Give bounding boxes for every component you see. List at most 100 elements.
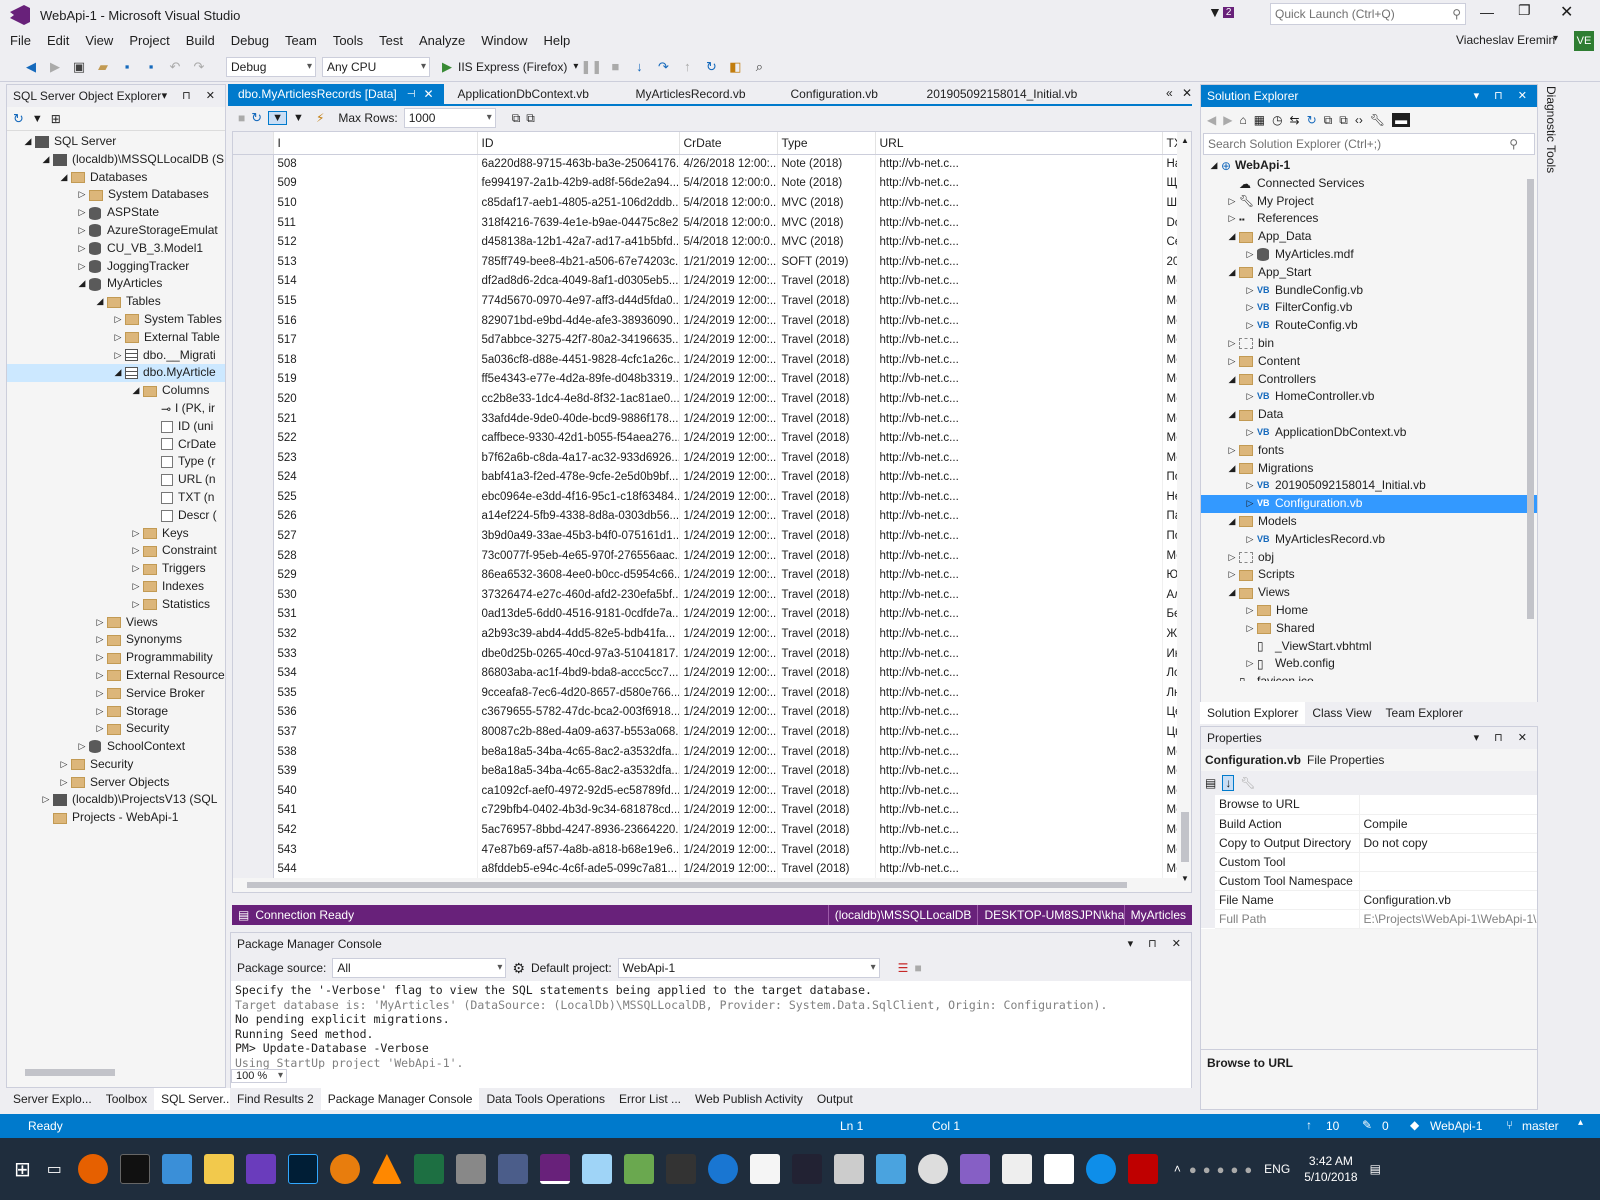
solution-tree-node[interactable]: ▷ VB RouteConfig.vb xyxy=(1201,317,1537,335)
row-selector[interactable] xyxy=(233,702,274,723)
task-view-icon[interactable]: ▭ xyxy=(47,1159,62,1179)
table-cell[interactable]: Travel (2018) xyxy=(777,781,876,801)
categorized-icon[interactable]: ▤ xyxy=(1205,776,1216,790)
table-cell[interactable]: Travel (2018) xyxy=(777,722,876,742)
table-cell[interactable]: Travel (2018) xyxy=(777,741,876,762)
stop-query-icon[interactable]: ■ xyxy=(238,111,245,125)
table-cell[interactable]: 1/24/2019 12:00:... xyxy=(679,526,778,546)
close-window-button[interactable]: ✕ xyxy=(1560,2,1573,22)
properties-wrench-icon[interactable]: 🔧︎ xyxy=(1370,113,1385,127)
table-cell[interactable]: 530 xyxy=(273,585,478,605)
table-cell[interactable]: 537 xyxy=(273,722,478,742)
table-cell[interactable]: 1/24/2019 12:00:... xyxy=(679,271,778,292)
table-cell[interactable]: 523 xyxy=(273,447,478,468)
table-cell[interactable]: 1/24/2019 12:00:... xyxy=(679,722,778,742)
sql-tree-node[interactable]: ID (uni xyxy=(7,418,225,436)
table-cell[interactable]: ca1092cf-aef0-4972-92d5-ec58789fd... xyxy=(477,781,680,801)
table-cell[interactable]: 5/4/2018 12:00:0... xyxy=(679,212,778,233)
table-cell[interactable]: http://vb-net.c... xyxy=(875,604,1163,625)
table-cell[interactable]: be8a18a5-34ba-4c65-8ac2-a3532dfa... xyxy=(477,741,680,762)
property-value[interactable] xyxy=(1358,852,1537,872)
package-source-select[interactable]: All xyxy=(332,958,507,978)
run-target-dropdown-icon[interactable]: ▾ xyxy=(573,61,578,72)
table-cell[interactable]: a2b93c39-abd4-4dd5-82e5-bdb41fa... xyxy=(477,624,680,644)
table-cell[interactable]: 1/24/2019 12:00:... xyxy=(679,545,778,566)
pin-icon[interactable]: ⊣ xyxy=(407,84,416,105)
solution-tree-node[interactable]: ◢ ⊕ WebApi-1 xyxy=(1201,157,1537,175)
table-row[interactable]: 523 b7f62a6b-c8da-4a17-ac32-933d6926... 1/… xyxy=(233,447,1191,468)
clock[interactable]: 3:42 AM 5/10/2018 xyxy=(1304,1153,1357,1185)
apply-filter-icon[interactable]: ▼ xyxy=(293,112,304,124)
table-cell[interactable]: http://vb-net.c... xyxy=(875,487,1163,507)
table-cell[interactable]: http://vb-net.c... xyxy=(875,408,1163,429)
menu-tools[interactable]: Tools xyxy=(325,30,371,52)
expand-toggle-icon[interactable]: ▷ xyxy=(129,525,143,543)
sql-tree-node[interactable]: ◢ SQL Server xyxy=(7,133,225,151)
publish-up-icon[interactable]: ↑ xyxy=(1306,1118,1312,1132)
table-cell[interactable]: http://vb-net.c... xyxy=(875,349,1163,370)
table-row[interactable]: 510 c85daf17-aeb1-4805-a251-106d2ddb... 5/… xyxy=(233,193,1191,213)
expand-toggle-icon[interactable]: ▷ xyxy=(1243,388,1257,406)
panel-pin-close-icons[interactable]: ▾ ⊓ ✕ xyxy=(1474,727,1533,749)
back-icon[interactable]: ◀ xyxy=(20,56,42,78)
sql-tree-node[interactable]: ▷ Security xyxy=(7,720,225,738)
menu-project[interactable]: Project xyxy=(121,30,177,52)
table-cell[interactable]: 517 xyxy=(273,330,478,350)
diagnostic-tools-label[interactable]: Diagnostic Tools xyxy=(1544,86,1558,173)
table-cell[interactable]: 86803aba-ac1f-4bd9-bda8-accc5cc7... xyxy=(477,663,680,684)
property-row[interactable]: Custom Tool Namespace xyxy=(1201,871,1537,891)
table-cell[interactable]: http://vb-net.c... xyxy=(875,702,1163,723)
row-selector[interactable] xyxy=(233,310,274,331)
refresh-data-icon[interactable]: ↻ xyxy=(251,110,262,126)
solution-tree-node[interactable]: ▷ VB Configuration.vb xyxy=(1201,495,1537,513)
row-selector[interactable] xyxy=(233,349,274,370)
expand-toggle-icon[interactable]: ▷ xyxy=(1243,531,1257,549)
table-cell[interactable]: Travel (2018) xyxy=(777,643,876,664)
table-row[interactable]: 511 318f4216-7639-4e1e-b9ae-04475c8e2... 5… xyxy=(233,212,1191,233)
property-value[interactable]: Do not copy xyxy=(1358,833,1537,853)
expand-toggle-icon[interactable]: ◢ xyxy=(1225,406,1239,424)
home-icon[interactable]: ⌂ xyxy=(1239,113,1246,127)
expand-toggle-icon[interactable]: ▷ xyxy=(93,685,107,703)
row-selector[interactable] xyxy=(233,604,274,625)
table-cell[interactable]: http://vb-net.c... xyxy=(875,330,1163,350)
table-cell[interactable]: Travel (2018) xyxy=(777,604,876,625)
solution-tree-node[interactable]: ▷ obj xyxy=(1201,549,1537,567)
table-cell[interactable]: Travel (2018) xyxy=(777,428,876,448)
expand-toggle-icon[interactable]: ◢ xyxy=(129,382,143,400)
table-cell[interactable]: 33afd4de-9de0-40de-bcd9-9886f178... xyxy=(477,408,680,429)
7zip-icon[interactable] xyxy=(1001,1154,1032,1184)
sql-tree-node[interactable]: ▷ Storage xyxy=(7,703,225,721)
table-cell[interactable]: 37326474-e27c-460d-afd2-230efa5bf... xyxy=(477,585,680,605)
puzzle-app-icon[interactable] xyxy=(623,1154,654,1184)
table-cell[interactable]: 1/24/2019 12:00:... xyxy=(679,859,778,879)
start-debugging-icon[interactable]: ▶ xyxy=(442,59,452,75)
table-cell[interactable]: Travel (2018) xyxy=(777,487,876,507)
sql-tree-node[interactable]: ▷ JoggingTracker xyxy=(7,258,225,276)
horizontal-scrollbar[interactable] xyxy=(9,1065,223,1079)
table-cell[interactable]: c729bfb4-0402-4b3d-9c34-681878cd... xyxy=(477,800,680,821)
table-cell[interactable]: 5/4/2018 12:00:0... xyxy=(679,193,778,213)
row-selector[interactable] xyxy=(233,369,274,390)
row-selector[interactable] xyxy=(233,781,274,801)
solution-tree-node[interactable]: ☁ Connected Services xyxy=(1201,175,1537,193)
row-selector[interactable] xyxy=(233,154,274,174)
console-output[interactable]: Specify the '-Verbose' flag to view the … xyxy=(231,981,1191,1069)
table-cell[interactable]: 785ff749-bee8-4b21-a506-67e74203c... xyxy=(477,251,680,272)
table-row[interactable]: 534 86803aba-ac1f-4bd9-bda8-accc5cc7... 1/… xyxy=(233,663,1191,684)
solution-tree-node[interactable]: ▷ 🔧︎ My Project xyxy=(1201,193,1537,211)
table-cell[interactable]: http://vb-net.c... xyxy=(875,859,1163,879)
redo-icon[interactable]: ↷ xyxy=(188,56,210,78)
table-cell[interactable]: 531 xyxy=(273,604,478,625)
expand-toggle-icon[interactable]: ▷ xyxy=(93,703,107,721)
table-cell[interactable]: 534 xyxy=(273,663,478,684)
menu-help[interactable]: Help xyxy=(536,30,579,52)
solution-tree-node[interactable]: ▷ VB ApplicationDbContext.vb xyxy=(1201,424,1537,442)
table-cell[interactable]: Travel (2018) xyxy=(777,761,876,781)
table-row[interactable]: 544 a8fddeb5-e94c-4c6f-ade5-099c7a81... 1/… xyxy=(233,859,1191,879)
notepad-icon[interactable] xyxy=(581,1154,612,1184)
table-cell[interactable]: Note (2018) xyxy=(777,173,876,194)
table-cell[interactable]: 5a036cf8-d88e-4451-9828-4cfc1a26c... xyxy=(477,349,680,370)
expand-toggle-icon[interactable]: ▷ xyxy=(57,774,71,792)
collapse-all-icon[interactable]: ⧉ xyxy=(1324,113,1333,128)
